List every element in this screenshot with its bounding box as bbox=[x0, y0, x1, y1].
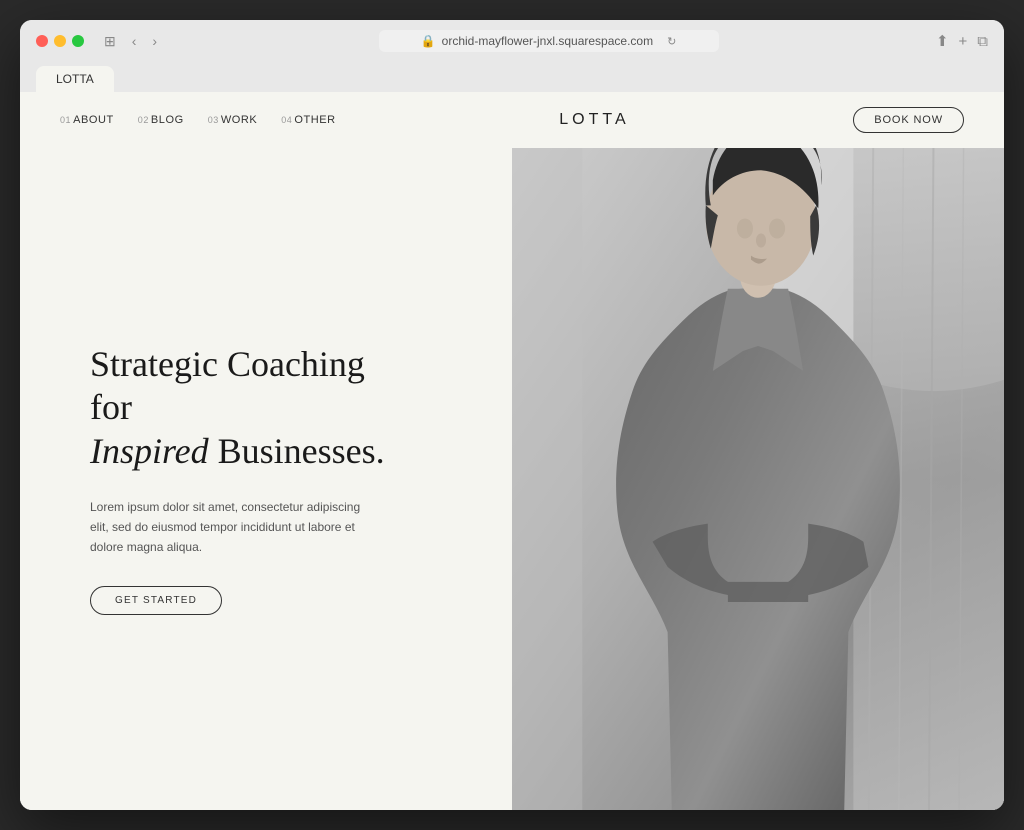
refresh-icon: ↻ bbox=[667, 35, 676, 48]
page-content: 01ABOUT 02BLOG 03WORK 04OTHER LOTTA BOOK… bbox=[20, 92, 1004, 810]
get-started-button[interactable]: GET STARTED bbox=[90, 586, 222, 615]
hero-heading-italic: Inspired bbox=[90, 431, 209, 471]
hero-right-panel bbox=[512, 148, 1004, 810]
share-icon[interactable]: ⬆ bbox=[936, 32, 949, 50]
address-bar[interactable]: 🔒 orchid-mayflower-jnxl.squarespace.com … bbox=[379, 30, 719, 52]
back-button[interactable]: ‹ bbox=[128, 31, 141, 52]
nav-item-about[interactable]: 01ABOUT bbox=[60, 114, 114, 126]
new-tab-icon[interactable]: + bbox=[959, 33, 968, 50]
window-controls-right: ⬆ + ⧉ bbox=[936, 32, 988, 50]
nav-item-blog[interactable]: 02BLOG bbox=[138, 114, 184, 126]
forward-button[interactable]: › bbox=[148, 31, 161, 52]
nav-item-work[interactable]: 03WORK bbox=[208, 114, 258, 126]
nav-item-other[interactable]: 04OTHER bbox=[281, 114, 335, 126]
hero-left-panel: Strategic Coaching for Inspired Business… bbox=[20, 148, 512, 810]
browser-chrome: ⊞ ‹ › 🔒 orchid-mayflower-jnxl.squarespac… bbox=[20, 20, 1004, 92]
close-button[interactable] bbox=[36, 35, 48, 47]
book-now-button[interactable]: BOOK NOW bbox=[853, 107, 964, 133]
traffic-lights bbox=[36, 35, 84, 47]
tabs-bar: LOTTA bbox=[36, 60, 988, 92]
tab-title: LOTTA bbox=[56, 72, 94, 86]
maximize-button[interactable] bbox=[72, 35, 84, 47]
hero-body-text: Lorem ipsum dolor sit amet, consectetur … bbox=[90, 497, 370, 558]
hero-heading: Strategic Coaching for Inspired Business… bbox=[90, 343, 410, 473]
hero-heading-line1: Strategic Coaching for bbox=[90, 344, 365, 427]
hero-text-content: Strategic Coaching for Inspired Business… bbox=[90, 343, 410, 615]
sidebar-toggle-button[interactable]: ⊞ bbox=[100, 31, 120, 52]
nav-right: BOOK NOW bbox=[853, 107, 964, 133]
browser-controls: ⊞ ‹ › bbox=[100, 31, 161, 52]
windows-icon[interactable]: ⧉ bbox=[977, 33, 988, 50]
address-bar-container: 🔒 orchid-mayflower-jnxl.squarespace.com … bbox=[173, 30, 924, 52]
site-logo[interactable]: LOTTA bbox=[336, 111, 854, 129]
main-nav: 01ABOUT 02BLOG 03WORK 04OTHER LOTTA BOOK… bbox=[20, 92, 1004, 148]
nav-left: 01ABOUT 02BLOG 03WORK 04OTHER bbox=[60, 114, 336, 126]
hero-image-svg bbox=[512, 148, 1004, 810]
active-tab[interactable]: LOTTA bbox=[36, 66, 114, 92]
browser-window: ⊞ ‹ › 🔒 orchid-mayflower-jnxl.squarespac… bbox=[20, 20, 1004, 810]
hero-photo-background bbox=[512, 148, 1004, 810]
minimize-button[interactable] bbox=[54, 35, 66, 47]
url-text: orchid-mayflower-jnxl.squarespace.com bbox=[442, 34, 653, 48]
hero-heading-suffix: Businesses. bbox=[209, 431, 385, 471]
lock-icon: 🔒 bbox=[421, 34, 436, 48]
hero-section: Strategic Coaching for Inspired Business… bbox=[20, 148, 1004, 810]
